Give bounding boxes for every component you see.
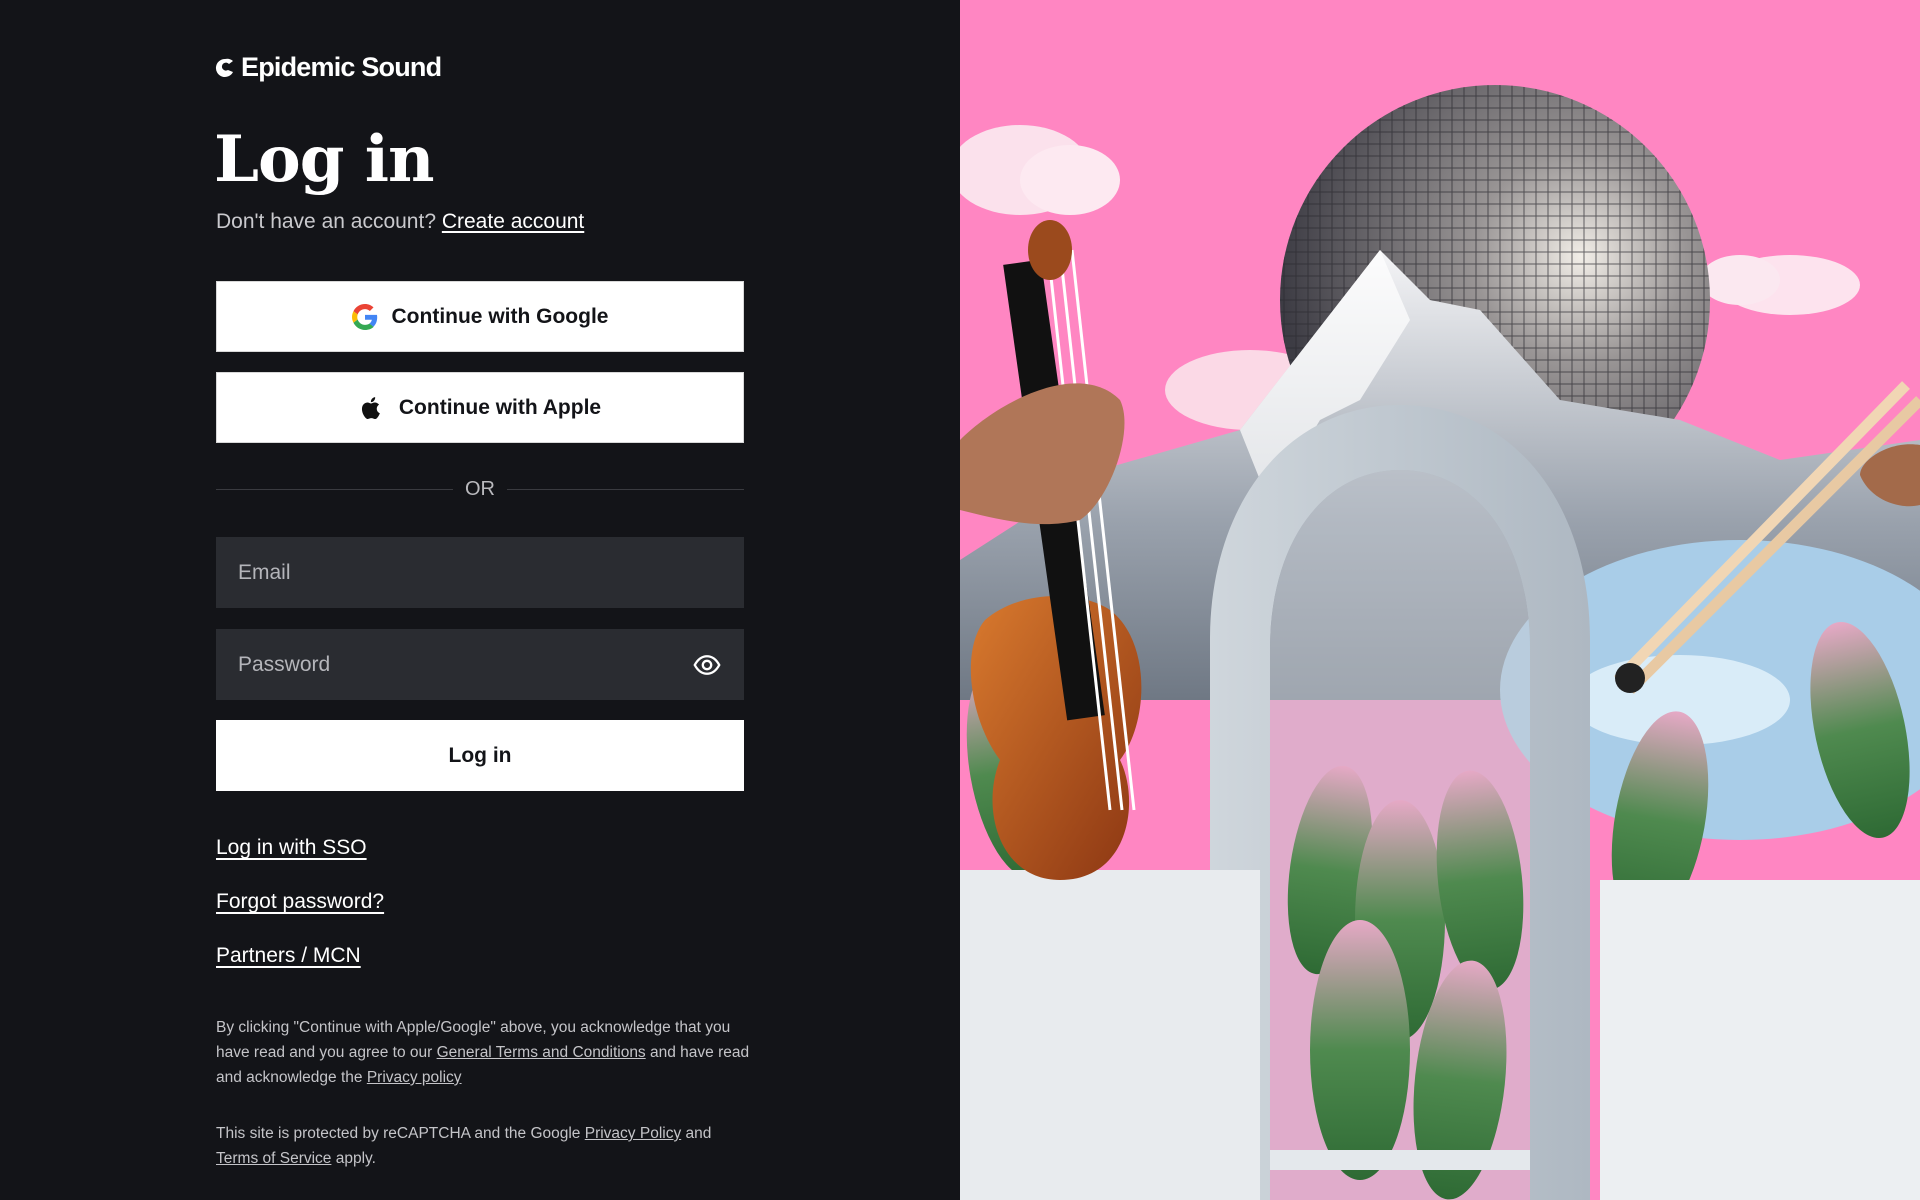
divider-label: OR [465, 478, 495, 500]
log-in-button[interactable]: Log in [216, 720, 744, 791]
apple-icon [361, 396, 380, 419]
epidemic-sound-logo-icon [215, 58, 233, 77]
signup-prompt: Don't have an account? Create account [216, 210, 584, 234]
general-terms-link[interactable]: General Terms and Conditions [437, 1044, 646, 1061]
google-button-label: Continue with Google [391, 304, 609, 328]
forgot-password-link[interactable]: Forgot password? [216, 890, 384, 914]
login-panel: Epidemic Sound Log in Don't have an acco… [0, 0, 960, 1200]
google-icon [351, 303, 377, 330]
password-field-container [216, 629, 744, 700]
log-in-with-sso-link[interactable]: Log in with SSO [216, 836, 367, 860]
recaptcha-notice: This site is protected by reCAPTCHA and … [216, 1121, 756, 1171]
or-divider: OR [216, 478, 744, 501]
hero-illustration [960, 0, 1920, 1200]
recaptcha-text-3: apply. [331, 1150, 376, 1167]
google-privacy-policy-link[interactable]: Privacy Policy [585, 1125, 681, 1142]
email-field[interactable] [238, 560, 722, 585]
page-title: Log in [214, 122, 435, 197]
apple-button-label: Continue with Apple [398, 395, 602, 419]
privacy-policy-link[interactable]: Privacy policy [367, 1069, 462, 1086]
terms-acknowledgement: By clicking "Continue with Apple/Google"… [216, 1015, 756, 1090]
password-field[interactable] [238, 652, 692, 677]
google-terms-of-service-link[interactable]: Terms of Service [216, 1150, 331, 1167]
create-account-link[interactable]: Create account [442, 210, 584, 233]
divider-line-left [216, 489, 453, 490]
show-password-eye-icon[interactable] [692, 650, 722, 680]
recaptcha-text-2: and [681, 1125, 712, 1142]
signup-prompt-text: Don't have an account? [216, 210, 436, 233]
hero-collage-image [960, 85, 1920, 1200]
log-in-button-label: Log in [448, 743, 512, 767]
continue-with-apple-button[interactable]: Continue with Apple [216, 372, 744, 443]
divider-line-right [507, 489, 744, 490]
recaptcha-text-1: This site is protected by reCAPTCHA and … [216, 1125, 585, 1142]
partners-mcn-link[interactable]: Partners / MCN [216, 944, 361, 968]
continue-with-google-button[interactable]: Continue with Google [216, 281, 744, 352]
email-field-container [216, 537, 744, 608]
brand-logo[interactable]: Epidemic Sound [215, 52, 442, 83]
brand-name: Epidemic Sound [241, 52, 442, 82]
